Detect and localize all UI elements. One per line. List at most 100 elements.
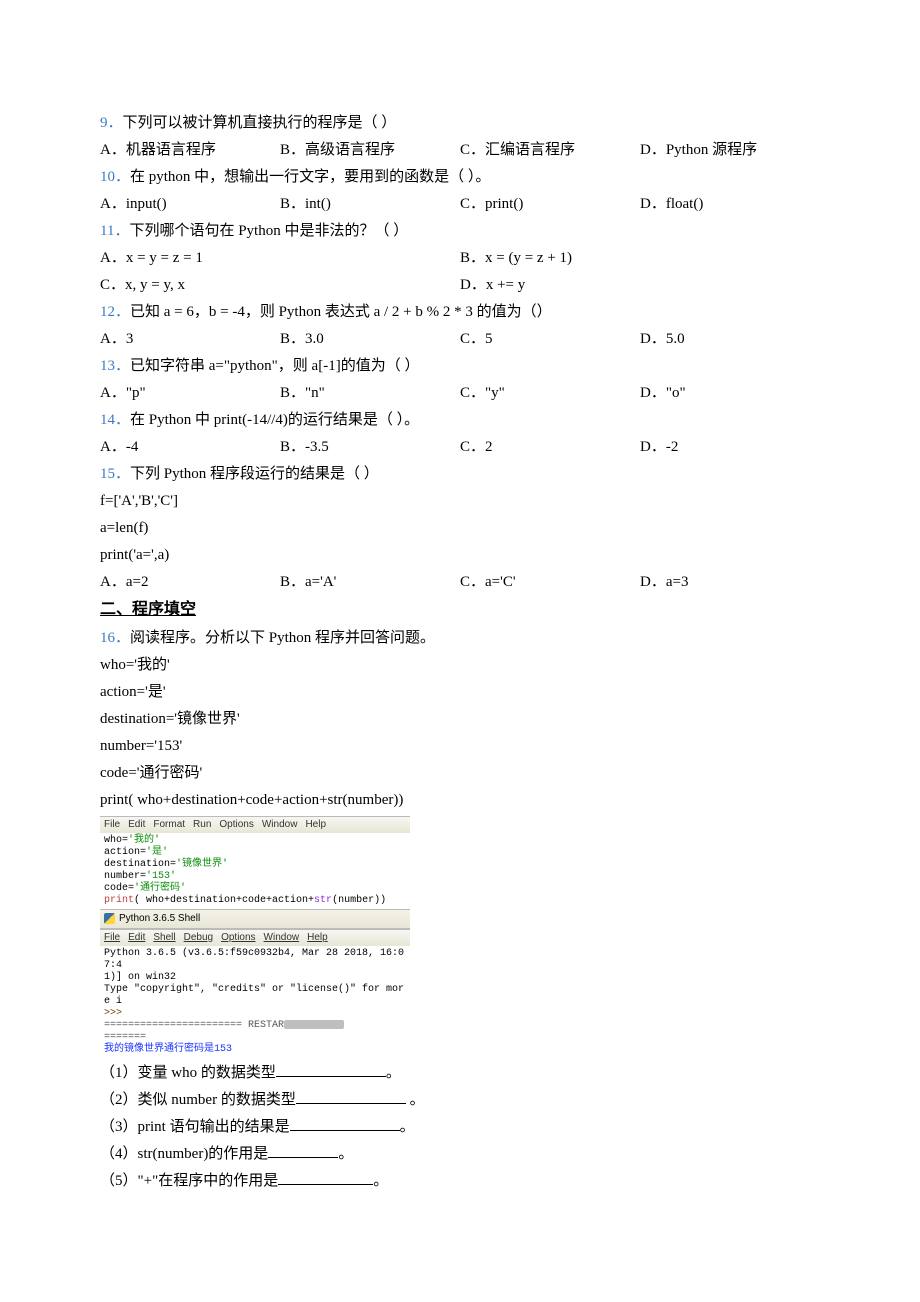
q14-opt-a[interactable]: A．-4 xyxy=(100,434,280,461)
section2-title: 二、程序填空 xyxy=(100,596,820,625)
q15-text: 下列 Python 程序段运行的结果是（ ） xyxy=(130,466,379,482)
q13-opt-d[interactable]: D．"o" xyxy=(640,380,820,407)
q16-sub5: （5）"+"在程序中的作用是。 xyxy=(100,1168,820,1195)
q10-opt-c[interactable]: C．print() xyxy=(460,191,640,218)
q13-opt-b[interactable]: B．"n" xyxy=(280,380,460,407)
blank-1[interactable] xyxy=(276,1061,386,1077)
q15-stem: 15．下列 Python 程序段运行的结果是（ ） xyxy=(100,461,820,488)
q16-c2: action='是' xyxy=(100,679,820,706)
menu2-file[interactable]: File xyxy=(104,932,120,943)
menu2-options[interactable]: Options xyxy=(221,932,255,943)
q12-opt-b[interactable]: B．3.0 xyxy=(280,326,460,353)
q9-opt-d[interactable]: D．Python 源程序 xyxy=(640,137,820,164)
q16-num: 16． xyxy=(100,630,130,646)
q15-num: 15． xyxy=(100,466,130,482)
menu-help[interactable]: Help xyxy=(305,819,326,830)
q12-options: A．3 B．3.0 C．5 D．5.0 xyxy=(100,326,820,353)
q12-stem: 12．已知 a = 6，b = -4，则 Python 表达式 a / 2 + … xyxy=(100,299,820,326)
menu-file[interactable]: File xyxy=(104,819,120,830)
editor-menubar: File Edit Format Run Options Window Help xyxy=(100,816,410,833)
q15-opt-c[interactable]: C．a='C' xyxy=(460,569,640,596)
menu2-help[interactable]: Help xyxy=(307,932,328,943)
menu-edit[interactable]: Edit xyxy=(128,819,145,830)
blank-4[interactable] xyxy=(268,1142,338,1158)
menu2-window[interactable]: Window xyxy=(264,932,300,943)
q12-opt-d[interactable]: D．5.0 xyxy=(640,326,820,353)
q15-code1: f=['A','B','C'] xyxy=(100,488,820,515)
shell-title: Python 3.6.5 Shell xyxy=(119,913,200,925)
redacted-block xyxy=(284,1020,344,1029)
q11-stem: 11．下列哪个语句在 Python 中是非法的？（ ） xyxy=(100,218,820,245)
q13-opt-c[interactable]: C．"y" xyxy=(460,380,640,407)
q10-num: 10． xyxy=(100,169,130,185)
q13-options: A．"p" B．"n" C．"y" D．"o" xyxy=(100,380,820,407)
q11-opts-row2: C．x, y = y, x D．x += y xyxy=(100,272,820,299)
shell-menubar: File Edit Shell Debug Options Window Help xyxy=(100,929,410,946)
q16-sub1: （1）变量 who 的数据类型。 xyxy=(100,1060,820,1087)
q12-opt-a[interactable]: A．3 xyxy=(100,326,280,353)
shell-titlebar: Python 3.6.5 Shell xyxy=(100,909,410,929)
blank-5[interactable] xyxy=(278,1169,373,1185)
q13-text: 已知字符串 a="python"，则 a[-1]的值为（ ） xyxy=(130,358,419,374)
menu2-debug[interactable]: Debug xyxy=(184,932,213,943)
q16-stem: 16．阅读程序。分析以下 Python 程序并回答问题。 xyxy=(100,625,820,652)
python-icon xyxy=(104,913,115,924)
q10-text: 在 python 中，想输出一行文字，要用到的函数是（ ）。 xyxy=(130,169,490,185)
q9-opt-a[interactable]: A．机器语言程序 xyxy=(100,137,280,164)
q15-opt-d[interactable]: D．a=3 xyxy=(640,569,820,596)
menu-window[interactable]: Window xyxy=(262,819,298,830)
q14-opt-b[interactable]: B．-3.5 xyxy=(280,434,460,461)
q16-sub2: （2）类似 number 的数据类型 。 xyxy=(100,1087,820,1114)
q16-text: 阅读程序。分析以下 Python 程序并回答问题。 xyxy=(130,630,435,646)
q15-code3: print('a=',a) xyxy=(100,542,820,569)
q16-sub4: （4）str(number)的作用是。 xyxy=(100,1141,820,1168)
q9-text: 下列可以被计算机直接执行的程序是（ ） xyxy=(123,115,397,131)
blank-2[interactable] xyxy=(296,1088,406,1104)
menu2-edit[interactable]: Edit xyxy=(128,932,145,943)
q15-opt-a[interactable]: A．a=2 xyxy=(100,569,280,596)
q16-c5: code='通行密码' xyxy=(100,760,820,787)
menu-format[interactable]: Format xyxy=(153,819,185,830)
q10-opt-b[interactable]: B．int() xyxy=(280,191,460,218)
q16-c4: number='153' xyxy=(100,733,820,760)
q13-opt-a[interactable]: A．"p" xyxy=(100,380,280,407)
q11-opt-a[interactable]: A．x = y = z = 1 xyxy=(100,245,460,272)
q11-opt-b[interactable]: B．x = (y = z + 1) xyxy=(460,245,820,272)
q15-options: A．a=2 B．a='A' C．a='C' D．a=3 xyxy=(100,569,820,596)
q12-opt-c[interactable]: C．5 xyxy=(460,326,640,353)
q9-stem: 9．下列可以被计算机直接执行的程序是（ ） xyxy=(100,110,820,137)
q11-num: 11． xyxy=(100,223,129,239)
q10-opt-a[interactable]: A．input() xyxy=(100,191,280,218)
menu-options[interactable]: Options xyxy=(219,819,253,830)
menu2-shell[interactable]: Shell xyxy=(153,932,175,943)
q11-opt-d[interactable]: D．x += y xyxy=(460,272,820,299)
ide-screenshot: File Edit Format Run Options Window Help who='… xyxy=(100,816,410,1058)
q16-c1: who='我的' xyxy=(100,652,820,679)
q10-stem: 10．在 python 中，想输出一行文字，要用到的函数是（ ）。 xyxy=(100,164,820,191)
q14-num: 14． xyxy=(100,412,130,428)
q14-options: A．-4 B．-3.5 C．2 D．-2 xyxy=(100,434,820,461)
q16-sub3: （3）print 语句输出的结果是。 xyxy=(100,1114,820,1141)
shell-output: Python 3.6.5 (v3.6.5:f59c0932b4, Mar 28 … xyxy=(100,946,410,1058)
q9-num: 9． xyxy=(100,115,123,131)
q15-code2: a=len(f) xyxy=(100,515,820,542)
q14-text: 在 Python 中 print(-14//4)的运行结果是（ ）。 xyxy=(130,412,419,428)
q10-options: A．input() B．int() C．print() D．float() xyxy=(100,191,820,218)
q9-opt-b[interactable]: B．高级语言程序 xyxy=(280,137,460,164)
menu-run[interactable]: Run xyxy=(193,819,211,830)
q10-opt-d[interactable]: D．float() xyxy=(640,191,820,218)
editor-code: who='我的' action='是' destination='镜像世界' n… xyxy=(100,833,410,909)
q16-c6: print( who+destination+code+action+str(n… xyxy=(100,787,820,814)
q15-opt-b[interactable]: B．a='A' xyxy=(280,569,460,596)
q13-stem: 13．已知字符串 a="python"，则 a[-1]的值为（ ） xyxy=(100,353,820,380)
blank-3[interactable] xyxy=(290,1115,400,1131)
q14-opt-d[interactable]: D．-2 xyxy=(640,434,820,461)
q16-c3: destination='镜像世界' xyxy=(100,706,820,733)
q14-stem: 14．在 Python 中 print(-14//4)的运行结果是（ ）。 xyxy=(100,407,820,434)
q13-num: 13． xyxy=(100,358,130,374)
q11-opt-c[interactable]: C．x, y = y, x xyxy=(100,272,460,299)
q11-text: 下列哪个语句在 Python 中是非法的？（ ） xyxy=(129,223,408,239)
q9-opt-c[interactable]: C．汇编语言程序 xyxy=(460,137,640,164)
q9-options: A．机器语言程序 B．高级语言程序 C．汇编语言程序 D．Python 源程序 xyxy=(100,137,820,164)
q14-opt-c[interactable]: C．2 xyxy=(460,434,640,461)
